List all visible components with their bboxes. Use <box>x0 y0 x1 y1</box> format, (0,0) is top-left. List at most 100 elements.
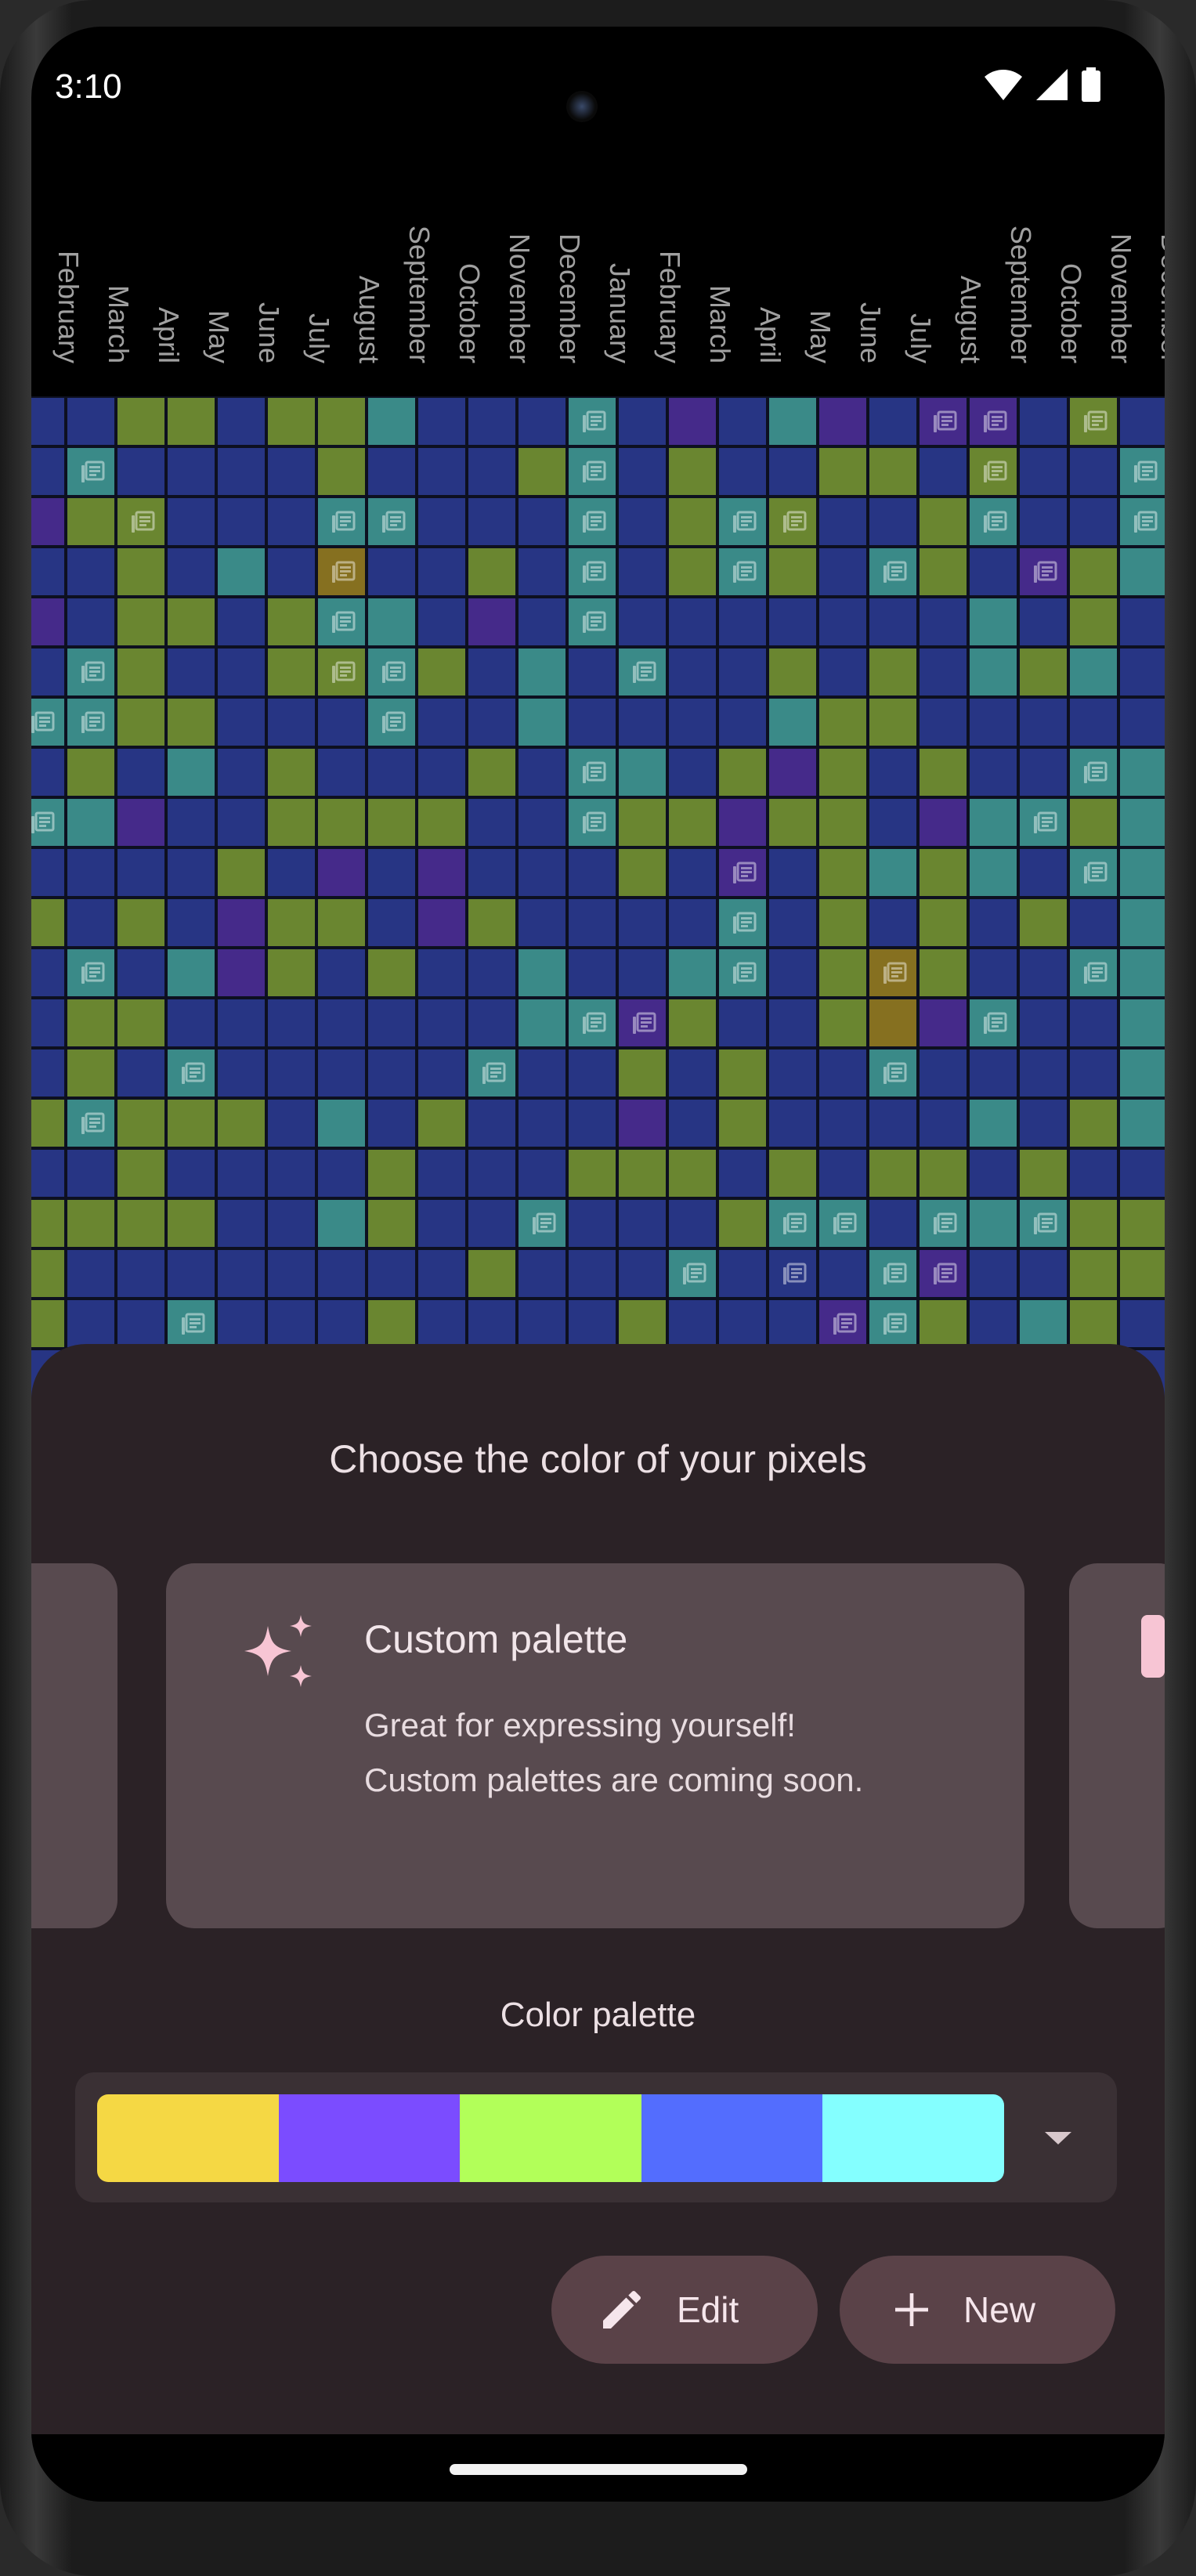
pixel-cell[interactable] <box>166 998 216 1048</box>
pixel-cell[interactable] <box>1118 1299 1165 1349</box>
pixel-cell[interactable] <box>567 1148 617 1198</box>
pixel-cell[interactable] <box>417 1148 467 1198</box>
pixel-cell[interactable] <box>216 1098 266 1148</box>
pixel-cell[interactable] <box>1068 446 1118 497</box>
pixel-cell[interactable] <box>667 847 717 898</box>
pixel-cell[interactable] <box>316 396 367 446</box>
pixel-cell[interactable] <box>617 1248 667 1299</box>
pixel-cell[interactable] <box>266 647 316 697</box>
pixel-cell[interactable] <box>1018 1098 1068 1148</box>
pixel-cell[interactable] <box>517 497 567 547</box>
pixel-cell[interactable] <box>717 898 768 948</box>
pixel-cell[interactable] <box>517 1198 567 1248</box>
pixel-cell[interactable] <box>417 497 467 547</box>
pixel-cell[interactable] <box>1118 1148 1165 1198</box>
pixel-cell[interactable] <box>818 1098 868 1148</box>
pixel-cell[interactable] <box>968 446 1018 497</box>
pixel-cell[interactable] <box>517 396 567 446</box>
pixel-cell[interactable] <box>1018 1048 1068 1098</box>
pixel-cell[interactable] <box>968 847 1018 898</box>
pixel-cell[interactable] <box>116 396 166 446</box>
pixel-cell[interactable] <box>467 1198 517 1248</box>
pixel-cell[interactable] <box>517 697 567 747</box>
pixel-cell[interactable] <box>617 547 667 597</box>
pixel-cell[interactable] <box>216 697 266 747</box>
pixel-cell[interactable] <box>868 898 918 948</box>
pixel-cell[interactable] <box>417 446 467 497</box>
pixel-cell[interactable] <box>918 1098 968 1148</box>
pixel-cell[interactable] <box>66 697 116 747</box>
pixel-cell[interactable] <box>818 396 868 446</box>
pixel-cell[interactable] <box>66 747 116 797</box>
pixel-cell[interactable] <box>166 647 216 697</box>
pixel-cell[interactable] <box>1118 697 1165 747</box>
pixel-cell[interactable] <box>868 797 918 847</box>
pixel-cell[interactable] <box>1018 1299 1068 1349</box>
pixel-cell[interactable] <box>467 1098 517 1148</box>
pixel-cell[interactable] <box>166 797 216 847</box>
pixel-cell[interactable] <box>31 847 66 898</box>
pixel-cell[interactable] <box>116 1198 166 1248</box>
pixel-cell[interactable] <box>266 1198 316 1248</box>
pixel-cell[interactable] <box>667 948 717 998</box>
pixel-cell[interactable] <box>31 797 66 847</box>
palette-type-card-next[interactable] <box>1069 1563 1165 1928</box>
pixel-cell[interactable] <box>31 396 66 446</box>
arrow-drop-down-icon[interactable] <box>1031 2121 1086 2155</box>
pixel-cell[interactable] <box>216 1299 266 1349</box>
pixel-cell[interactable] <box>517 847 567 898</box>
pixel-cell[interactable] <box>367 1248 417 1299</box>
pixel-cell[interactable] <box>216 998 266 1048</box>
pixel-cell[interactable] <box>918 998 968 1048</box>
pixel-cell[interactable] <box>968 1248 1018 1299</box>
pixel-cell[interactable] <box>166 1248 216 1299</box>
pixel-cell[interactable] <box>567 547 617 597</box>
pixel-cell[interactable] <box>266 998 316 1048</box>
pixel-cell[interactable] <box>1068 1198 1118 1248</box>
pixel-cell[interactable] <box>517 446 567 497</box>
pixel-cell[interactable] <box>567 597 617 647</box>
palette-type-card-previous[interactable] <box>31 1563 117 1928</box>
pixel-cell[interactable] <box>367 747 417 797</box>
pixel-cell[interactable] <box>868 1198 918 1248</box>
pixel-cell[interactable] <box>316 998 367 1048</box>
pixel-cell[interactable] <box>717 697 768 747</box>
pixel-cell[interactable] <box>818 847 868 898</box>
pixel-cell[interactable] <box>968 597 1018 647</box>
pixel-cell[interactable] <box>768 847 818 898</box>
pixel-cell[interactable] <box>216 898 266 948</box>
pixel-cell[interactable] <box>768 1148 818 1198</box>
pixel-cell[interactable] <box>66 797 116 847</box>
pixel-cell[interactable] <box>818 597 868 647</box>
pixel-cell[interactable] <box>116 797 166 847</box>
pixel-cell[interactable] <box>918 948 968 998</box>
pixel-cell[interactable] <box>417 747 467 797</box>
pixel-cell[interactable] <box>868 647 918 697</box>
pixel-cell[interactable] <box>1118 747 1165 797</box>
pixel-cell[interactable] <box>768 797 818 847</box>
pixel-cell[interactable] <box>417 1198 467 1248</box>
pixel-cell[interactable] <box>717 1248 768 1299</box>
pixel-cell[interactable] <box>316 597 367 647</box>
pixel-cell[interactable] <box>1018 898 1068 948</box>
pixel-cell[interactable] <box>116 1148 166 1198</box>
pixel-cell[interactable] <box>768 898 818 948</box>
pixel-cell[interactable] <box>918 1248 968 1299</box>
pixel-cell[interactable] <box>818 1148 868 1198</box>
pixel-cell[interactable] <box>467 697 517 747</box>
pixel-cell[interactable] <box>717 948 768 998</box>
pixel-cell[interactable] <box>567 898 617 948</box>
pixel-cell[interactable] <box>417 547 467 597</box>
pixel-cell[interactable] <box>868 1048 918 1098</box>
pixel-cell[interactable] <box>467 647 517 697</box>
pixel-cell[interactable] <box>567 998 617 1048</box>
pixel-cell[interactable] <box>868 847 918 898</box>
pixel-cell[interactable] <box>467 1148 517 1198</box>
pixel-cell[interactable] <box>617 1148 667 1198</box>
pixel-cell[interactable] <box>918 1299 968 1349</box>
pixel-cell[interactable] <box>667 446 717 497</box>
pixel-cell[interactable] <box>316 1248 367 1299</box>
pixel-cell[interactable] <box>467 396 517 446</box>
pixel-cell[interactable] <box>266 1299 316 1349</box>
pixel-cell[interactable] <box>667 898 717 948</box>
